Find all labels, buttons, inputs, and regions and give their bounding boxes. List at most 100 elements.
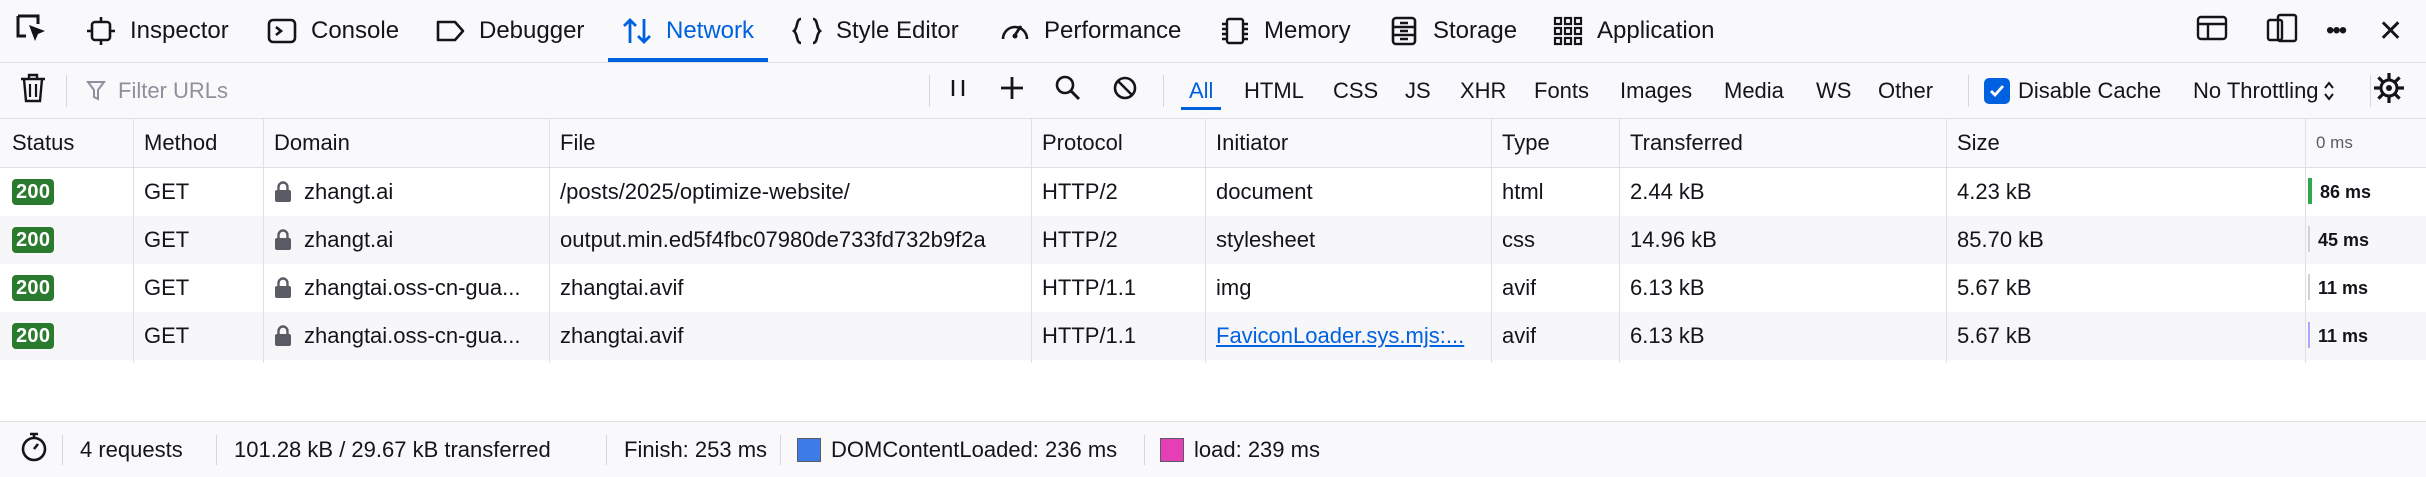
application-icon	[1551, 14, 1585, 48]
tab-label: Inspector	[130, 17, 229, 44]
filter-label: Images	[1620, 77, 1693, 103]
column-header-type[interactable]: Type	[1502, 119, 1550, 167]
debugger-icon	[433, 14, 467, 48]
filter-images[interactable]: Images	[1618, 63, 1694, 118]
filter-label: CSS	[1333, 77, 1379, 103]
filter-xhr[interactable]: XHR	[1458, 63, 1508, 118]
dock-options-button[interactable]	[2266, 0, 2298, 62]
search-button[interactable]	[1054, 63, 1082, 118]
tab-style-editor[interactable]: Style Editor	[790, 0, 959, 62]
block-requests-button[interactable]	[1111, 63, 1139, 118]
initiator-cell: FaviconLoader.sys.mjs:...	[1216, 312, 1488, 360]
add-request-button[interactable]	[998, 63, 1026, 118]
size-cell: 85.70 kB	[1957, 227, 2044, 252]
domain-cell: zhangt.ai	[274, 216, 544, 264]
column-header-initiator[interactable]: Initiator	[1216, 119, 1288, 167]
domain-text: zhangt.ai	[304, 227, 394, 252]
performance-icon	[998, 14, 1032, 48]
file-cell: output.min.ed5f4fbc07980de733fd732b9f2a	[560, 227, 986, 252]
tab-storage[interactable]: Storage	[1387, 0, 1517, 62]
method-cell: GET	[144, 227, 190, 252]
filter-box[interactable]	[86, 63, 920, 118]
timing-bar	[2308, 178, 2312, 204]
column-header-waterfall[interactable]: 0 ms	[2316, 119, 2353, 167]
pause-button[interactable]	[946, 63, 970, 118]
timing-label: 45 ms	[2318, 229, 2370, 250]
clear-button[interactable]	[18, 63, 48, 118]
table-row[interactable]: 200 GET zhangt.ai/posts/2025/optimize-webs…	[0, 168, 2426, 216]
initiator-text: stylesheet	[1216, 227, 1316, 252]
type-cell: html	[1502, 179, 1544, 204]
column-header-size[interactable]: Size	[1957, 119, 2000, 167]
waterfall-cell: 45 ms	[2306, 216, 2424, 264]
gear-icon	[2372, 71, 2406, 111]
method-cell: GET	[144, 179, 190, 204]
status-cell: 200	[12, 216, 55, 264]
column-header-method[interactable]: Method	[144, 119, 217, 167]
method-cell: GET	[144, 275, 190, 300]
devtools-toolbox: Inspector Console Debugger Network Style…	[0, 0, 2426, 63]
tab-memory[interactable]: Memory	[1218, 0, 1351, 62]
timing-label: 86 ms	[2320, 181, 2372, 202]
protocol-cell: HTTP/2	[1042, 179, 1118, 204]
lock-icon	[274, 229, 292, 251]
filter-all[interactable]: All	[1180, 63, 1223, 118]
tab-network[interactable]: Network	[607, 0, 769, 62]
type-cell: css	[1502, 227, 1535, 252]
table-row[interactable]: 200 GET zhangt.ai output.min.ed5f4fbc07980d…	[0, 216, 2426, 264]
toggle-split-console-button[interactable]	[2196, 0, 2228, 62]
performance-analysis-button[interactable]	[18, 422, 50, 477]
filter-css[interactable]: CSS	[1331, 63, 1380, 118]
filter-media[interactable]: Media	[1722, 63, 1786, 118]
tab-label: Performance	[1044, 17, 1182, 44]
column-header-domain[interactable]: Domain	[274, 119, 350, 167]
tab-performance[interactable]: Performance	[998, 0, 1181, 62]
tab-inspector[interactable]: Inspector	[84, 0, 229, 62]
initiator-text[interactable]: FaviconLoader.sys.mjs:...	[1216, 323, 1464, 349]
filter-fonts[interactable]: Fonts	[1532, 63, 1591, 118]
filter-label: WS	[1816, 77, 1852, 103]
table-row[interactable]: 200 GET zhangtai.oss-cn-gua... zhangtai.avi…	[0, 312, 2426, 360]
filter-js[interactable]: JS	[1403, 63, 1433, 118]
column-header-file[interactable]: File	[560, 119, 595, 167]
filter-label: Other	[1878, 77, 1934, 103]
transferred-cell: 6.13 kB	[1630, 323, 1705, 348]
column-header-status[interactable]: Status	[12, 119, 74, 167]
filter-html[interactable]: HTML	[1242, 63, 1306, 118]
load-swatch	[1160, 437, 1184, 462]
throttling-select[interactable]: No Throttling	[2193, 63, 2335, 118]
protocol-cell: HTTP/2	[1042, 227, 1118, 252]
network-settings-button[interactable]	[2372, 63, 2406, 118]
load-label: load: 239 ms	[1194, 436, 1320, 462]
file-cell: /posts/2025/optimize-website/	[560, 179, 850, 204]
more-options-button[interactable]: •••	[2326, 0, 2347, 62]
column-header-protocol[interactable]: Protocol	[1042, 119, 1123, 167]
protocol-cell: HTTP/1.1	[1042, 275, 1137, 300]
table-row[interactable]: 200 GET zhangtai.oss-cn-gua... zhangtai.avi…	[0, 264, 2426, 312]
initiator-text: img	[1216, 275, 1252, 300]
status-badge: 200	[12, 179, 55, 205]
timing-label: 11 ms	[2318, 277, 2369, 298]
size-cell: 4.23 kB	[1957, 179, 2032, 204]
lock-icon	[274, 325, 292, 347]
column-header-transferred[interactable]: Transferred	[1630, 119, 1743, 167]
filter-ws[interactable]: WS	[1814, 63, 1853, 118]
protocol-cell: HTTP/1.1	[1042, 323, 1137, 348]
tab-application[interactable]: Application	[1551, 0, 1714, 62]
filter-urls-input[interactable]	[116, 76, 920, 105]
filter-icon	[86, 80, 106, 102]
tab-debugger[interactable]: Debugger	[433, 0, 584, 62]
pick-element-button[interactable]	[14, 0, 50, 62]
status-cell: 200	[12, 312, 55, 360]
status-badge: 200	[12, 323, 55, 349]
memory-icon	[1218, 14, 1252, 48]
status-badge: 200	[12, 275, 55, 301]
disable-cache-checkbox[interactable]: Disable Cache	[1984, 63, 2161, 118]
filter-label: All	[1189, 77, 1214, 103]
close-devtools-button[interactable]: ✕	[2378, 0, 2403, 62]
tab-console[interactable]: Console	[265, 0, 399, 62]
network-toolbar: All HTML CSS JS XHR Fonts Images Media W…	[0, 63, 2426, 119]
type-cell: avif	[1502, 323, 1537, 348]
storage-icon	[1387, 14, 1421, 48]
filter-other[interactable]: Other	[1876, 63, 1935, 118]
